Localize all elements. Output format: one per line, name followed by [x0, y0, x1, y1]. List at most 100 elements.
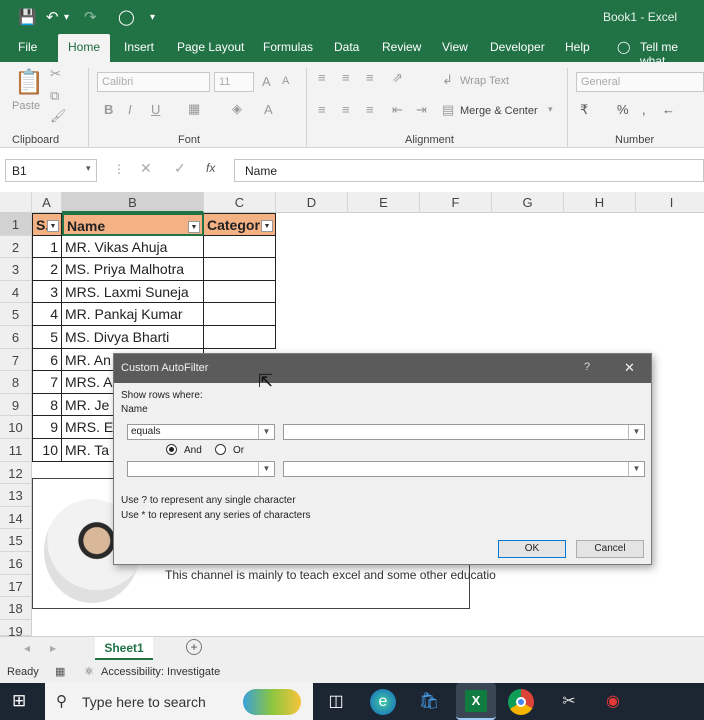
italic-icon[interactable]: I — [128, 102, 132, 117]
merge-center-button[interactable]: Merge & Center — [460, 105, 538, 117]
row-header[interactable]: 18 — [0, 597, 32, 620]
row-header[interactable]: 1 — [0, 213, 32, 236]
align-top-icon[interactable]: ≡ — [318, 70, 326, 85]
operator2-select[interactable]: ▼ — [127, 461, 275, 477]
increase-font-icon[interactable]: A — [262, 74, 271, 89]
column-header-d[interactable]: D — [276, 192, 348, 213]
table-cell-sn[interactable]: 2 — [32, 258, 62, 281]
row-header[interactable]: 5 — [0, 303, 32, 326]
table-cell-sn[interactable]: 1 — [32, 235, 62, 259]
table-cell-sn[interactable]: 7 — [32, 371, 62, 394]
search-highlight-icon[interactable] — [243, 689, 301, 715]
column-header-g[interactable]: G — [492, 192, 564, 213]
cancel-icon[interactable]: ✕ — [140, 160, 152, 177]
table-header-cell[interactable]: Name ▼ — [62, 213, 204, 236]
table-cell-category[interactable] — [204, 303, 276, 326]
custom-autofilter-dialog[interactable]: Custom AutoFilter ? ✕ Show rows where: N… — [113, 353, 652, 565]
row-header[interactable]: 14 — [0, 506, 32, 530]
table-header-cell[interactable]: Categor ▼ — [204, 213, 276, 236]
save-icon[interactable]: 💾 — [18, 8, 37, 26]
chrome-icon[interactable] — [508, 689, 534, 715]
format-painter-icon[interactable]: 🖌 — [50, 108, 67, 124]
align-middle-icon[interactable]: ≡ — [342, 70, 350, 85]
column-header-f[interactable]: F — [420, 192, 492, 213]
table-cell-name[interactable]: MR. Pankaj Kumar — [62, 303, 204, 326]
and-label[interactable]: And — [184, 445, 202, 456]
increase-indent-icon[interactable]: ⇥ — [416, 102, 427, 118]
tab-data[interactable]: Data — [334, 40, 359, 54]
align-center-icon[interactable]: ≡ — [342, 102, 350, 117]
align-left-icon[interactable]: ≡ — [318, 102, 326, 117]
paste-icon[interactable]: 📋 — [14, 68, 44, 97]
borders-icon[interactable]: ▦ — [188, 101, 200, 117]
bold-icon[interactable]: B — [104, 102, 113, 117]
font-color-icon[interactable]: A — [264, 102, 273, 117]
table-cell-category[interactable] — [204, 258, 276, 281]
merge-dropdown-icon[interactable]: ▾ — [548, 104, 553, 115]
snipping-tool-icon[interactable]: ✂ — [556, 689, 582, 715]
close-icon[interactable]: ✕ — [624, 360, 635, 376]
font-size-box[interactable]: 11 — [214, 72, 254, 92]
tab-review[interactable]: Review — [382, 40, 421, 54]
row-header[interactable]: 4 — [0, 280, 32, 304]
wrap-text-icon[interactable]: ↲ — [442, 72, 453, 88]
align-bottom-icon[interactable]: ≡ — [366, 70, 374, 85]
windows-start-icon[interactable]: ⊞ — [12, 691, 26, 711]
row-header[interactable]: 3 — [0, 258, 32, 281]
column-header-c[interactable]: C — [204, 192, 276, 213]
column-header-h[interactable]: H — [564, 192, 636, 213]
tab-help[interactable]: Help — [565, 40, 590, 54]
tab-developer[interactable]: Developer — [490, 40, 545, 54]
row-header[interactable]: 15 — [0, 529, 32, 552]
name-box[interactable]: B1 — [5, 159, 97, 182]
row-header[interactable]: 8 — [0, 371, 32, 394]
row-header[interactable]: 19 — [0, 619, 32, 639]
comma-icon[interactable]: , — [642, 102, 646, 117]
row-header[interactable]: 7 — [0, 348, 32, 372]
table-cell-name[interactable]: MS. Priya Malhotra — [62, 258, 204, 281]
undo-icon[interactable]: ↶ — [46, 8, 59, 26]
task-view-icon[interactable]: ◫ — [323, 689, 349, 715]
row-header[interactable]: 10 — [0, 416, 32, 439]
cut-icon[interactable]: ✂ — [50, 66, 61, 82]
underline-icon[interactable]: U — [151, 102, 160, 117]
add-sheet-icon[interactable]: + — [186, 639, 202, 655]
paste-label[interactable]: Paste — [12, 100, 40, 112]
and-radio[interactable] — [166, 444, 177, 455]
copy-icon[interactable]: ⧉ — [50, 88, 59, 104]
insert-function-icon[interactable]: fx — [206, 161, 215, 175]
operator1-select[interactable]: equals ▼ — [127, 424, 275, 440]
tab-view[interactable]: View — [442, 40, 468, 54]
decrease-indent-icon[interactable]: ⇤ — [392, 102, 403, 118]
select-all-corner[interactable] — [0, 192, 32, 213]
table-cell-name[interactable]: MS. Divya Bharti — [62, 326, 204, 349]
recorder-icon[interactable]: ◉ — [600, 689, 626, 715]
table-cell-sn[interactable]: 10 — [32, 439, 62, 462]
or-radio[interactable] — [215, 444, 226, 455]
column-header-a[interactable]: A — [32, 192, 62, 213]
macro-icon[interactable]: ▦ — [55, 665, 65, 678]
currency-icon[interactable]: ₹ — [580, 102, 588, 118]
tab-home[interactable]: Home — [58, 34, 111, 62]
filter-dropdown-icon[interactable]: ▼ — [188, 221, 200, 233]
filter-dropdown-icon[interactable]: ▼ — [261, 220, 273, 232]
touch-mode-icon[interactable]: ◯ — [118, 8, 135, 26]
sheet-tab-sheet1[interactable]: Sheet1 — [95, 637, 153, 660]
merge-center-icon[interactable]: ▤ — [442, 102, 454, 118]
table-cell-sn[interactable]: 4 — [32, 303, 62, 326]
row-header[interactable]: 16 — [0, 552, 32, 575]
redo-icon[interactable]: ↷ — [84, 8, 97, 26]
orientation-icon[interactable]: ⇗ — [392, 70, 403, 86]
row-header[interactable]: 11 — [0, 439, 32, 462]
table-cell-sn[interactable]: 9 — [32, 416, 62, 439]
tab-page-layout[interactable]: Page Layout — [177, 40, 244, 54]
row-header[interactable]: 12 — [0, 461, 32, 485]
scroll-right-icon[interactable]: ▸ — [50, 641, 56, 655]
table-cell-name[interactable]: MRS. Laxmi Suneja — [62, 280, 204, 304]
scroll-left-icon[interactable]: ◂ — [24, 641, 30, 655]
edge-icon[interactable]: e — [370, 689, 396, 715]
table-cell-category[interactable] — [204, 326, 276, 349]
undo-dropdown-icon[interactable]: ▾ — [64, 12, 69, 23]
row-header[interactable]: 6 — [0, 326, 32, 349]
or-label[interactable]: Or — [233, 445, 244, 456]
